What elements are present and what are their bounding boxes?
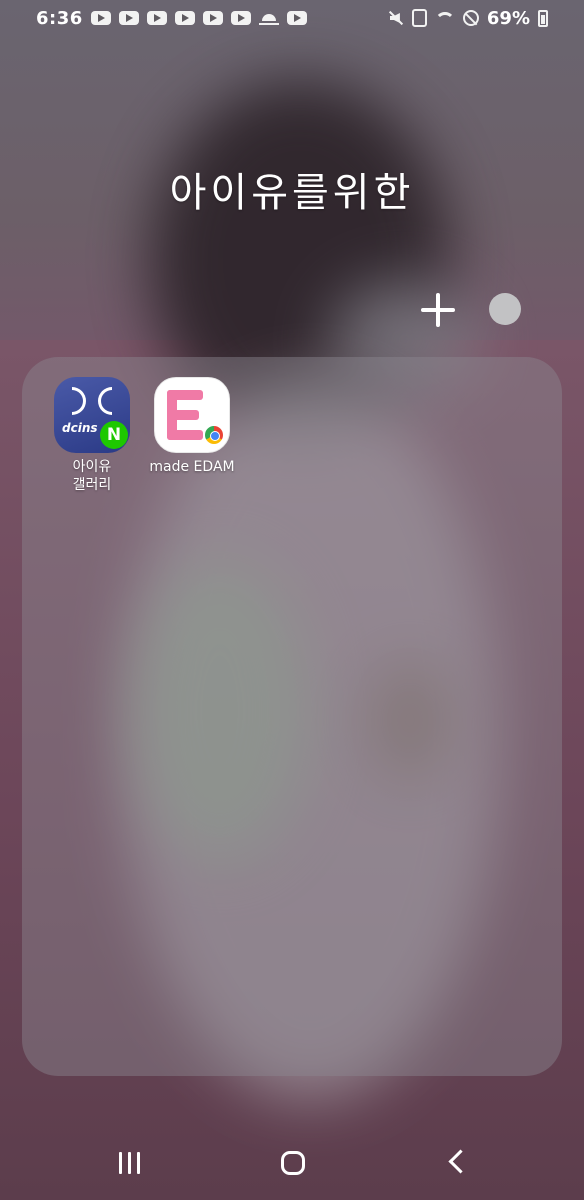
youtube-icon (202, 11, 223, 25)
edam-icon[interactable] (154, 377, 230, 453)
app-label: made EDAM (149, 459, 235, 475)
youtube-icon (286, 11, 307, 25)
nfc-icon (411, 9, 427, 27)
app-dcinside-gallery[interactable]: dcins N 아이유갤러리 (42, 377, 142, 494)
navigation-bar (0, 1130, 584, 1200)
add-app-button[interactable] (418, 290, 458, 330)
folder-color-button[interactable] (489, 293, 521, 325)
folder-title[interactable]: 아이유를위한 (0, 160, 584, 218)
status-bar: 6:36 69% (0, 0, 584, 36)
app-label-line2: 갤러리 (72, 477, 112, 493)
naver-badge-icon: N (100, 421, 128, 449)
clock: 6:36 (36, 7, 83, 29)
do-not-disturb-icon (462, 10, 479, 26)
app-made-edam[interactable]: made EDAM (142, 377, 242, 476)
chrome-badge-icon (203, 424, 225, 446)
recents-button[interactable] (117, 1152, 143, 1174)
dcinside-icon[interactable]: dcins N (54, 377, 130, 453)
battery-icon (538, 9, 548, 27)
youtube-icon (90, 11, 111, 25)
app-label: 아이유갤러리 (42, 458, 142, 494)
youtube-icon (174, 11, 195, 25)
weather-icon (258, 10, 279, 26)
youtube-icon (118, 11, 139, 25)
back-button[interactable] (448, 1149, 473, 1174)
home-button[interactable] (281, 1151, 305, 1175)
wifi-icon (435, 10, 455, 26)
battery-percent: 69% (486, 7, 530, 29)
folder-panel: dcins N 아이유갤러리 made EDAM (22, 357, 562, 1076)
app-label-line1: 아이유 (72, 459, 112, 475)
youtube-icon (230, 11, 251, 25)
youtube-icon (146, 11, 167, 25)
mute-icon (388, 10, 404, 26)
